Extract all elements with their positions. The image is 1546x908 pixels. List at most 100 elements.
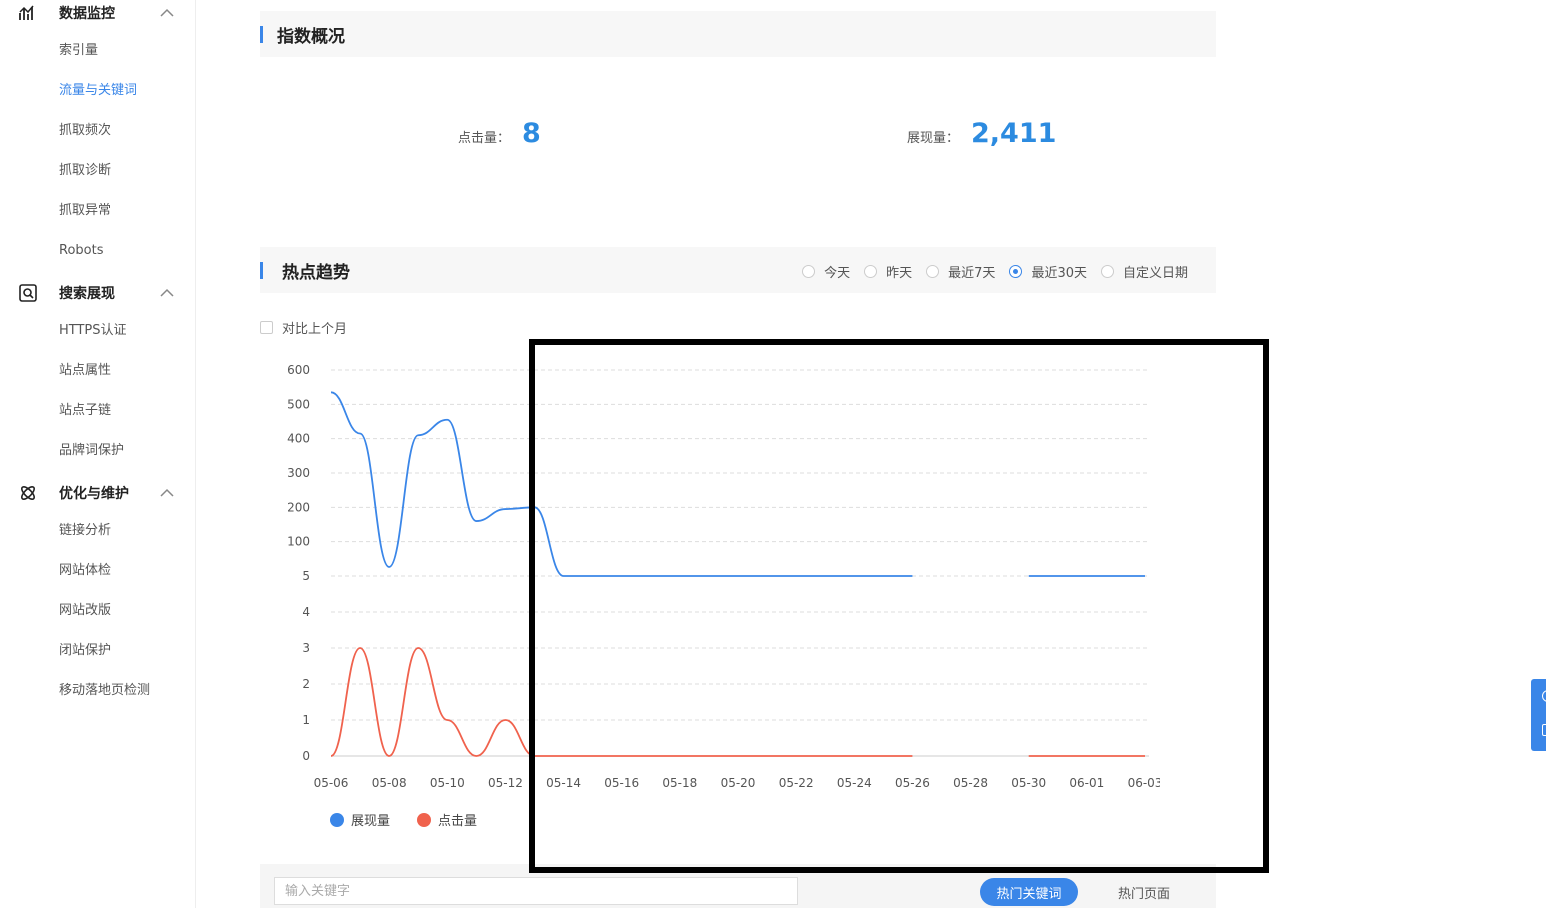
legend-item-clicks[interactable]: 点击量 xyxy=(417,810,477,829)
x-tick-label: 05-30 xyxy=(1011,776,1046,790)
hot-keywords-button[interactable]: 热门关键词 xyxy=(980,878,1078,906)
x-tick-label: 05-22 xyxy=(779,776,814,790)
sidebar-item-brand-protection[interactable]: 品牌词保护 xyxy=(59,441,124,461)
y-tick-label: 200 xyxy=(287,500,310,514)
range-last-30-days[interactable]: 最近30天 xyxy=(1009,262,1087,281)
sidebar-item-robots[interactable]: Robots xyxy=(59,241,103,261)
y-tick-label: 4 xyxy=(302,605,310,619)
header-accent-bar xyxy=(260,26,263,43)
legend-dot xyxy=(330,812,344,827)
sidebar-item-crawl-errors[interactable]: 抓取异常 xyxy=(59,201,111,221)
x-tick-label: 05-14 xyxy=(546,776,581,790)
sidebar-group-optimize-maintain[interactable]: 优化与维护 xyxy=(0,473,196,513)
x-tick-label: 05-26 xyxy=(895,776,930,790)
sidebar-item-crawl-frequency[interactable]: 抓取频次 xyxy=(59,121,111,141)
series-line-impressions xyxy=(330,391,913,577)
series-line-clicks xyxy=(330,647,913,757)
x-tick-label: 05-20 xyxy=(721,776,756,790)
header-accent-bar xyxy=(260,262,263,279)
tools-icon xyxy=(21,486,35,500)
overview-header: 指数概况 xyxy=(260,11,1216,57)
x-tick-label: 05-24 xyxy=(837,776,872,790)
x-tick-label: 05-18 xyxy=(662,776,697,790)
x-tick-label: 06-03 xyxy=(1128,776,1160,790)
chevron-up-icon[interactable] xyxy=(159,485,175,501)
y-tick-label: 400 xyxy=(287,432,310,446)
clicks-value: 8 xyxy=(522,118,541,149)
radio-icon[interactable] xyxy=(802,265,816,278)
floating-help-tab[interactable] xyxy=(1531,679,1546,751)
trend-chart: 600 500 400 300 200 100 5 4 3 2 1 0 05-06 05-08 05-10 0… xyxy=(287,363,1160,790)
sidebar-item-crawl-diagnosis[interactable]: 抓取诊断 xyxy=(59,161,111,181)
sidebar-item-index-volume[interactable]: 索引量 xyxy=(59,41,98,61)
search-doc-icon xyxy=(19,284,37,302)
sidebar-group-title: 搜索展现 xyxy=(59,286,115,302)
x-tick-label: 06-01 xyxy=(1069,776,1104,790)
trend-title: 热点趋势 xyxy=(282,263,350,283)
sidebar-item-https[interactable]: HTTPS认证 xyxy=(59,321,127,341)
clicks-label: 点击量： xyxy=(458,131,511,146)
sidebar-item-link-analysis[interactable]: 链接分析 xyxy=(59,521,111,541)
radio-icon[interactable] xyxy=(1100,265,1114,278)
x-tick-label: 05-16 xyxy=(604,776,639,790)
range-label: 最近30天 xyxy=(1031,266,1087,281)
sidebar-item-mobile-landing[interactable]: 移动落地页检测 xyxy=(59,681,150,701)
overview-title: 指数概况 xyxy=(277,27,345,47)
legend-dot xyxy=(417,812,431,827)
sidebar-item-sitelinks[interactable]: 站点子链 xyxy=(59,401,111,421)
chevron-up-icon[interactable] xyxy=(159,285,175,301)
keyword-search-input[interactable] xyxy=(274,877,798,905)
radio-selected-icon[interactable] xyxy=(1009,265,1023,278)
radio-icon[interactable] xyxy=(864,265,878,278)
compare-label: 对比上个月 xyxy=(282,322,348,337)
y-tick-label: 1 xyxy=(302,713,310,727)
sidebar-item-site-properties[interactable]: 站点属性 xyxy=(59,361,111,381)
clicks-stat: 点击量： 8 xyxy=(458,118,541,149)
legend-label: 展现量 xyxy=(351,814,391,829)
range-yesterday[interactable]: 昨天 xyxy=(864,262,912,281)
sidebar: 数据监控 索引量 流量与关键词 抓取频次 抓取诊断 抓取异常 Robots 搜索… xyxy=(0,0,196,908)
checkbox-icon[interactable] xyxy=(260,321,273,334)
impressions-value: 2,411 xyxy=(971,118,1057,149)
y-tick-label: 100 xyxy=(287,535,310,549)
legend-label: 点击量 xyxy=(438,814,478,829)
y-tick-label: 600 xyxy=(287,363,310,377)
range-today[interactable]: 今天 xyxy=(802,262,850,281)
sidebar-item-traffic-keywords[interactable]: 流量与关键词 xyxy=(59,81,137,101)
trend-header: 热点趋势 今天 昨天 最近7天 最近30天 自定义日期 xyxy=(260,247,1216,293)
sidebar-group-title: 数据监控 xyxy=(59,6,115,22)
y-tick-label: 2 xyxy=(302,677,310,691)
sidebar-group-search-display[interactable]: 搜索展现 xyxy=(0,273,196,313)
y-tick-label: 5 xyxy=(302,569,310,583)
x-tick-label: 05-28 xyxy=(953,776,988,790)
legend-item-impressions[interactable]: 展现量 xyxy=(330,810,390,829)
impressions-stat: 展现量： 2,411 xyxy=(907,118,1056,149)
hot-pages-button[interactable]: 热门页面 xyxy=(1118,878,1170,906)
range-last-7-days[interactable]: 最近7天 xyxy=(926,262,995,281)
sidebar-item-site-closure[interactable]: 闭站保护 xyxy=(59,641,111,661)
range-label: 昨天 xyxy=(886,266,913,281)
range-label: 最近7天 xyxy=(948,266,996,281)
y-tick-label: 500 xyxy=(287,397,310,411)
y-tick-label: 300 xyxy=(287,466,310,480)
impressions-label: 展现量： xyxy=(907,131,960,146)
radio-icon[interactable] xyxy=(926,265,940,278)
bar-chart-icon xyxy=(19,5,34,20)
sidebar-group-title: 优化与维护 xyxy=(59,486,129,502)
y-tick-label: 3 xyxy=(302,641,310,655)
x-tick-label: 05-06 xyxy=(314,776,349,790)
help-icon[interactable] xyxy=(1542,690,1546,702)
sidebar-item-site-checkup[interactable]: 网站体检 xyxy=(59,561,111,581)
keyword-table-toolbar: 热门关键词 热门页面 xyxy=(260,864,1216,908)
sidebar-group-data-monitor[interactable]: 数据监控 xyxy=(0,0,196,33)
range-label: 今天 xyxy=(824,266,851,281)
range-label: 自定义日期 xyxy=(1122,266,1188,281)
sidebar-item-site-revision[interactable]: 网站改版 xyxy=(59,601,111,621)
feedback-icon[interactable] xyxy=(1542,724,1546,736)
range-custom[interactable]: 自定义日期 xyxy=(1100,262,1188,281)
x-tick-label: 05-12 xyxy=(488,776,523,790)
x-tick-label: 05-08 xyxy=(372,776,407,790)
chevron-up-icon[interactable] xyxy=(159,5,175,21)
x-tick-label: 05-10 xyxy=(430,776,465,790)
compare-last-month[interactable]: 对比上个月 xyxy=(260,318,347,337)
